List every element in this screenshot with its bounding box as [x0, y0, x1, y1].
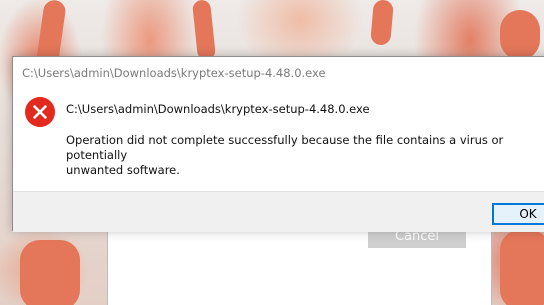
error-message-line: unwanted software. — [66, 163, 180, 177]
wallpaper-flamingo — [500, 230, 544, 305]
main-instruction: C:\Users\admin\Downloads\kryptex-setup-4… — [66, 102, 370, 116]
error-message-line: Operation did not complete successfully … — [66, 133, 504, 162]
error-icon — [25, 97, 55, 127]
error-dialog: C:\Users\admin\Downloads\kryptex-setup-4… — [12, 56, 544, 232]
dialog-title: C:\Users\admin\Downloads\kryptex-setup-4… — [22, 66, 326, 80]
wallpaper-flamingo — [191, 0, 217, 61]
error-message: Operation did not complete successfully … — [66, 133, 536, 178]
wallpaper-flamingo — [20, 240, 80, 305]
desktop-wallpaper: Cancel C:\Users\admin\Downloads\kryptex-… — [0, 0, 544, 305]
ok-button[interactable]: OK — [492, 203, 544, 225]
dialog-titlebar[interactable]: C:\Users\admin\Downloads\kryptex-setup-4… — [13, 57, 544, 87]
dialog-button-bar: OK — [13, 191, 544, 232]
wallpaper-flamingo — [370, 0, 394, 46]
wallpaper-flamingo — [500, 10, 540, 60]
